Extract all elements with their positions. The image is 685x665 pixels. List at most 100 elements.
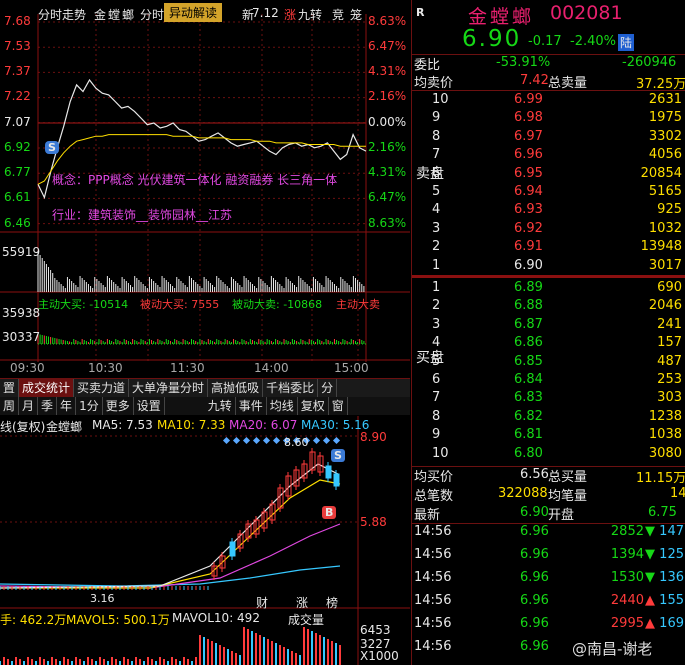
junmai-val: 7.42 xyxy=(520,73,549,88)
bid-price[interactable]: 6.81 xyxy=(514,427,543,442)
bid-price[interactable]: 6.88 xyxy=(514,298,543,313)
pct-axis-tick: 6.47% xyxy=(368,190,407,204)
event-zhang[interactable]: 涨 xyxy=(296,594,308,611)
tick-price: 6.96 xyxy=(520,639,549,654)
indicator-tab[interactable]: 置 xyxy=(0,379,20,397)
kline-marker-b[interactable]: B xyxy=(322,506,337,519)
indicator-tab[interactable]: 分 xyxy=(318,379,338,397)
tick-time: 14:56 xyxy=(414,570,452,585)
indicator-tab[interactable]: 大单净量分时 xyxy=(129,379,209,397)
badge-more[interactable]: 笼 xyxy=(350,6,362,23)
ask-price[interactable]: 6.91 xyxy=(514,239,543,254)
ask-price[interactable]: 6.99 xyxy=(514,92,543,107)
indicator-tab[interactable]: 千档委比 xyxy=(263,379,319,397)
period-tab[interactable]: 1分 xyxy=(76,397,103,415)
ask-price[interactable]: 6.92 xyxy=(514,221,543,236)
junmai2-label: 均买价 xyxy=(414,470,454,485)
kline-marker-s[interactable]: S xyxy=(331,449,345,462)
event-bang[interactable]: 榜 xyxy=(326,594,338,611)
flow-active-buy: 主动大买: -10514 xyxy=(38,298,129,311)
tick-volume: 1394 xyxy=(610,547,644,562)
bid-price[interactable]: 6.82 xyxy=(514,409,543,424)
price-axis-tick: 6.61 xyxy=(4,190,31,204)
period-tab[interactable]: 复权 xyxy=(298,397,329,415)
bid-price[interactable]: 6.86 xyxy=(514,335,543,350)
industry-text[interactable]: 行业：建筑装饰__装饰园林__江苏 xyxy=(52,206,232,223)
period-tab[interactable]: 窗 xyxy=(329,397,348,415)
ask-price[interactable]: 6.93 xyxy=(514,202,543,217)
vol-label-2: MAVOL5: 500.1万 xyxy=(66,613,170,627)
period-tab[interactable]: 设置 xyxy=(134,397,165,415)
zongbi-label: 总笔数 xyxy=(414,489,454,504)
tick-time: 14:56 xyxy=(414,524,452,539)
period-tab[interactable]: 更多 xyxy=(103,397,134,415)
vol-label-3: MAVOL10: 492 xyxy=(172,611,260,625)
intraday-price: 7.12 xyxy=(252,6,279,20)
quote-badge[interactable]: 陆 xyxy=(618,34,635,51)
bid-level: 4 xyxy=(432,335,441,351)
vol-tab[interactable]: 成交量 xyxy=(288,611,324,628)
period-tab[interactable]: 事件 xyxy=(236,397,267,415)
ask-price[interactable]: 6.96 xyxy=(514,147,543,162)
ask-price[interactable]: 6.97 xyxy=(514,129,543,144)
event-cai[interactable]: 财 xyxy=(256,594,268,611)
intraday-tab2[interactable]: 分时 xyxy=(140,6,164,23)
bid-price[interactable]: 6.83 xyxy=(514,390,543,405)
tick-price: 6.96 xyxy=(520,524,549,539)
ask-price[interactable]: 6.98 xyxy=(514,110,543,125)
badge-nine-turn[interactable]: 九转 xyxy=(298,6,322,23)
tick-time: 14:56 xyxy=(414,547,452,562)
bid-volume: 690 xyxy=(657,280,682,295)
period-tab[interactable]: 九转 xyxy=(205,397,236,415)
candle-body xyxy=(333,473,340,487)
period-tab[interactable]: 均线 xyxy=(267,397,298,415)
anomaly-popup-button[interactable]: 异动解读 xyxy=(164,3,223,22)
bid-volume: 2046 xyxy=(648,298,682,314)
quote-panel: R 金螳螂 002081 6.90 -0.17 -2.40% 陆 委比 -53.… xyxy=(411,0,685,665)
period-tab[interactable]: 年 xyxy=(57,397,77,415)
tick-volume: 2995 xyxy=(610,616,644,631)
quote-stock-code: 002081 xyxy=(550,2,623,24)
intraday-tab-label[interactable]: 分时走势 xyxy=(38,6,86,23)
kline-title: 线(复权) xyxy=(0,420,46,434)
kline-high-label: 8.60 xyxy=(284,436,309,449)
quote-change: -0.17 xyxy=(528,34,562,49)
period-tab[interactable]: 月 xyxy=(19,397,39,415)
badge-up[interactable]: 涨 xyxy=(284,6,296,23)
tick-count: 125 xyxy=(659,547,684,562)
ma-label: MA20: 6.07 xyxy=(229,418,298,432)
tick-time: 14:56 xyxy=(414,593,452,608)
period-tab[interactable]: 季 xyxy=(38,397,58,415)
ask-volume: 3017 xyxy=(648,257,682,273)
indicator-tab[interactable]: 买卖力道 xyxy=(74,379,130,397)
event-diamond xyxy=(312,436,321,445)
bid-price[interactable]: 6.87 xyxy=(514,317,543,332)
price-axis-tick: 7.37 xyxy=(4,64,31,78)
bid-level: 6 xyxy=(432,372,441,387)
ask-price[interactable]: 6.90 xyxy=(514,258,543,273)
indicator-tab[interactable]: 高抛低吸 xyxy=(208,379,264,397)
buy-side-label: 买盘 xyxy=(416,350,444,366)
marker-s[interactable]: S xyxy=(45,141,59,154)
event-diamond xyxy=(242,436,251,445)
kaipan-val: 6.75 xyxy=(648,505,677,520)
concept-text[interactable]: 概念：PPP概念 光伏建筑一体化 融资融券 长三角一体 xyxy=(52,171,337,188)
intraday-panel[interactable]: 分时走势 金螳螂 分时 异动解读 新 7.12 涨 九转 竞 笼 S 概念：PP… xyxy=(0,0,410,378)
event-diamond xyxy=(252,436,261,445)
flow-passive-sell: 被动大卖: -10868 xyxy=(232,298,323,311)
bid-price[interactable]: 6.84 xyxy=(514,372,543,387)
bid-volume: 157 xyxy=(657,335,682,351)
badge-bid[interactable]: 竞 xyxy=(332,6,344,23)
bid-price[interactable]: 6.89 xyxy=(514,280,543,295)
period-tab[interactable]: 周 xyxy=(0,397,20,415)
indicator-tab[interactable]: 成交统计 xyxy=(19,379,75,397)
bid-price[interactable]: 6.85 xyxy=(514,354,543,369)
ask-price[interactable]: 6.95 xyxy=(514,166,543,181)
kline-panel[interactable]: 线(复权) 金螳螂 8.60 8.90 5.88 3.16 S B 财 涨 榜 … xyxy=(0,416,410,665)
quote-tag: R xyxy=(416,6,425,19)
bid-price[interactable]: 6.80 xyxy=(514,446,543,461)
ask-price[interactable]: 6.94 xyxy=(514,184,543,199)
ask-volume: 1032 xyxy=(648,220,682,236)
event-diamond xyxy=(322,436,331,445)
bid-level: 2 xyxy=(432,298,441,314)
